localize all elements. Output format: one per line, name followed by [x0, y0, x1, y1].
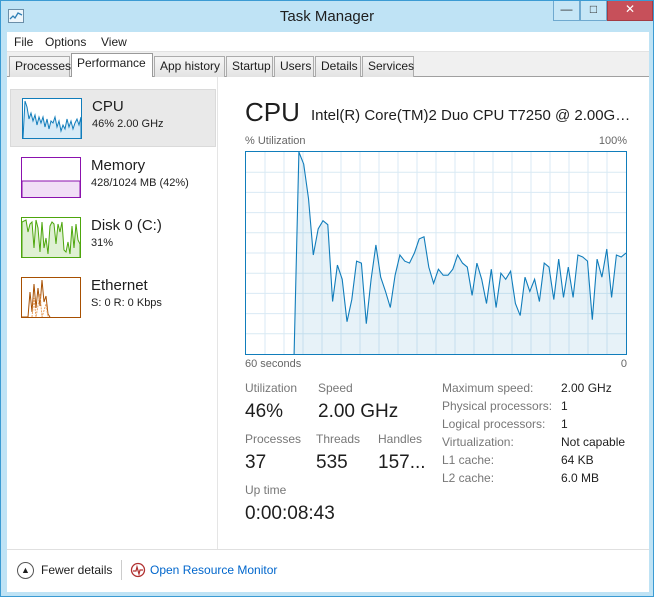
spec-physical-value: 1: [561, 399, 568, 413]
spec-physical-label: Physical processors:: [442, 399, 553, 413]
sidebar-disk-title: Disk 0 (C:): [91, 217, 162, 234]
uptime-value: 0:00:08:43: [245, 503, 335, 524]
title-bar[interactable]: Task Manager — □ ✕: [1, 1, 653, 32]
menu-options[interactable]: Options: [45, 35, 86, 49]
threads-value: 535: [316, 452, 348, 473]
memory-thumbnail-graph: [21, 157, 81, 198]
close-button[interactable]: ✕: [607, 1, 653, 21]
processes-value: 37: [245, 452, 267, 473]
sidebar-item-cpu[interactable]: CPU 46% 2.00 GHz: [10, 89, 216, 147]
tab-bar: Processes Performance App history Startu…: [7, 52, 649, 78]
cpu-model-name: Intel(R) Core(TM)2 Duo CPU T7250 @ 2.00G…: [311, 107, 631, 124]
footer-divider: [121, 560, 122, 580]
tab-app-history[interactable]: App history: [154, 56, 225, 77]
open-resource-monitor-link[interactable]: Open Resource Monitor: [150, 563, 277, 577]
cpu-utilization-graph: [245, 151, 627, 355]
sidebar-item-disk[interactable]: Disk 0 (C:) 31%: [10, 209, 216, 267]
sidebar-cpu-title: CPU: [92, 98, 124, 115]
sidebar-item-memory[interactable]: Memory 428/1024 MB (42%): [10, 149, 216, 207]
spec-l1-label: L1 cache:: [442, 453, 495, 467]
maximize-button[interactable]: □: [580, 1, 607, 21]
time-axis-end: 0: [620, 358, 627, 370]
utilization-label: Utilization: [245, 381, 298, 395]
spec-l2-label: L2 cache:: [442, 471, 495, 485]
utilization-axis-max: 100%: [598, 135, 627, 147]
uptime-label: Up time: [245, 483, 287, 497]
sidebar-ethernet-sub: S: 0 R: 0 Kbps: [91, 297, 162, 309]
threads-label: Threads: [316, 432, 361, 446]
sidebar-ethernet-title: Ethernet: [91, 277, 148, 294]
menu-file[interactable]: File: [14, 35, 33, 49]
tab-details[interactable]: Details: [315, 56, 361, 77]
handles-value: 157...: [378, 452, 426, 473]
spec-l1-value: 64 KB: [561, 453, 594, 467]
processes-label: Processes: [245, 432, 302, 446]
spec-max-speed-label: Maximum speed:: [442, 381, 534, 395]
spec-l2-value: 6.0 MB: [561, 471, 600, 485]
cpu-graph-canvas: [246, 151, 627, 355]
spec-virtualization-value: Not capable: [561, 435, 626, 449]
disk-thumbnail-graph: [21, 217, 81, 258]
speed-label: Speed: [318, 381, 353, 395]
sidebar-memory-sub: 428/1024 MB (42%): [91, 177, 189, 189]
tab-services[interactable]: Services: [362, 56, 414, 77]
ethernet-thumbnail-graph: [21, 277, 81, 318]
cpu-detail: CPU Intel(R) Core(TM)2 Duo CPU T7250 @ 2…: [245, 77, 645, 549]
resource-sidebar: CPU 46% 2.00 GHz Memory 428/1024 MB (42%…: [7, 77, 218, 549]
spec-logical-value: 1: [561, 417, 568, 431]
tab-performance[interactable]: Performance: [71, 53, 153, 78]
spec-max-speed-value: 2.00 GHz: [561, 381, 612, 395]
speed-value: 2.00 GHz: [318, 401, 399, 422]
menu-view[interactable]: View: [101, 35, 127, 49]
fewer-details-button[interactable]: Fewer details: [41, 563, 112, 577]
handles-label: Handles: [378, 432, 423, 446]
footer-bar: ▲ Fewer details Open Resource Monitor: [7, 549, 649, 592]
spec-logical-label: Logical processors:: [442, 417, 546, 431]
tab-users[interactable]: Users: [274, 56, 314, 77]
tab-processes[interactable]: Processes: [9, 56, 71, 77]
time-axis-start: 60 seconds: [245, 358, 302, 370]
menu-bar: File Options View: [7, 32, 649, 52]
chevron-up-icon[interactable]: ▲: [17, 562, 34, 579]
utilization-value: 46%: [245, 401, 284, 422]
sidebar-disk-sub: 31%: [91, 237, 114, 249]
sidebar-item-ethernet[interactable]: Ethernet S: 0 R: 0 Kbps: [10, 269, 216, 327]
spec-virtualization-label: Virtualization:: [442, 435, 514, 449]
minimize-button[interactable]: —: [553, 1, 580, 21]
task-manager-window: Task Manager — □ ✕ File Options View Pro…: [0, 0, 654, 597]
tab-startup[interactable]: Startup: [226, 56, 273, 77]
utilization-axis-label: % Utilization: [245, 135, 306, 147]
sidebar-memory-title: Memory: [91, 157, 146, 174]
resource-monitor-icon[interactable]: [130, 562, 146, 578]
cpu-thumbnail-graph: [22, 98, 82, 139]
performance-panel: CPU 46% 2.00 GHz Memory 428/1024 MB (42%…: [7, 77, 649, 592]
cpu-heading: CPU: [245, 97, 300, 127]
sidebar-cpu-sub: 46% 2.00 GHz: [92, 118, 164, 130]
